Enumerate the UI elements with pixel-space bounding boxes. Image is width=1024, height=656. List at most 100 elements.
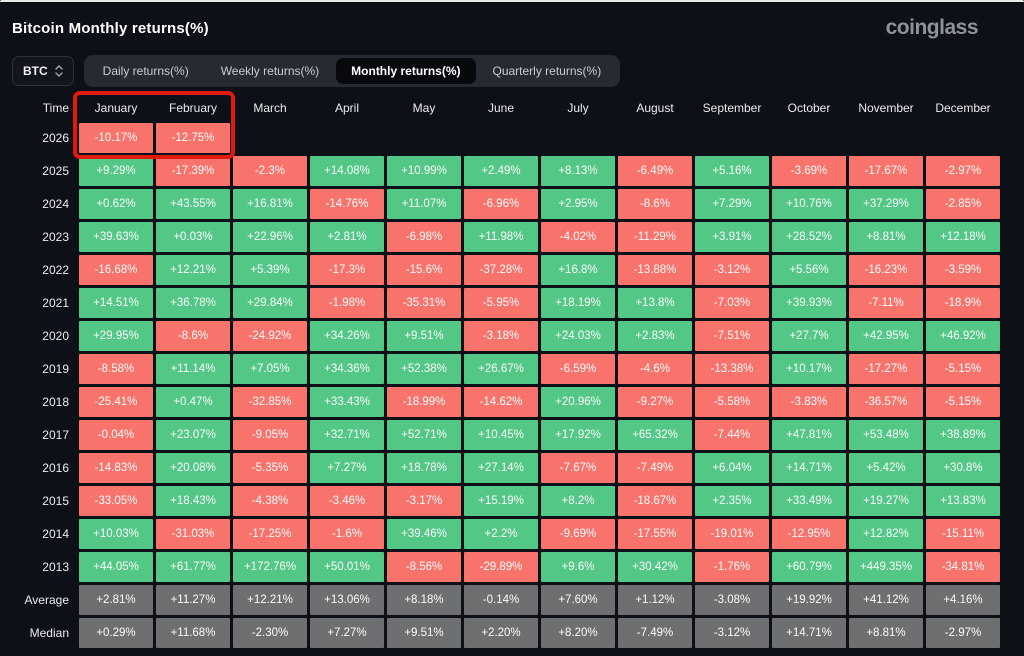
row-label-2023: 2023: [42, 230, 69, 244]
return-cell: -17.55%: [618, 519, 692, 549]
return-cell: +2.81%: [310, 222, 384, 252]
time-column-header: Time: [42, 101, 69, 115]
return-cell: -34.81%: [926, 552, 1000, 582]
return-cell: +11.14%: [156, 354, 230, 384]
return-cell: +39.93%: [772, 288, 846, 318]
return-cell: -33.05%: [79, 486, 153, 516]
return-cell: +18.78%: [387, 453, 461, 483]
return-cell: +17.92%: [541, 420, 615, 450]
return-cell: +36.78%: [156, 288, 230, 318]
return-cell: +37.29%: [849, 189, 923, 219]
return-cell: -6.98%: [387, 222, 461, 252]
row-label-2013: 2013: [42, 560, 69, 574]
return-cell: -17.3%: [310, 255, 384, 285]
return-cell: +16.81%: [233, 189, 307, 219]
return-cell: -8.6%: [618, 189, 692, 219]
controls-bar: BTC Daily returns(%) Weekly returns(%) Mon…: [12, 55, 1024, 87]
return-cell: +7.27%: [310, 618, 384, 648]
return-cell: +39.46%: [387, 519, 461, 549]
return-cell: +29.84%: [233, 288, 307, 318]
empty-cell: [233, 123, 307, 153]
return-cell: +39.63%: [79, 222, 153, 252]
tab-monthly-returns[interactable]: Monthly returns(%): [336, 58, 476, 84]
return-cell: -35.31%: [387, 288, 461, 318]
empty-cell: [926, 123, 1000, 153]
return-cell: -11.29%: [618, 222, 692, 252]
tab-daily-returns[interactable]: Daily returns(%): [88, 58, 204, 84]
return-cell: -3.46%: [310, 486, 384, 516]
return-cell: -24.92%: [233, 321, 307, 351]
return-cell: -6.59%: [541, 354, 615, 384]
return-cell: -17.25%: [233, 519, 307, 549]
return-cell: +0.62%: [79, 189, 153, 219]
return-cell: -8.56%: [387, 552, 461, 582]
return-cell: -4.6%: [618, 354, 692, 384]
return-cell: +26.67%: [464, 354, 538, 384]
window-top-edge: [0, 0, 1024, 2]
row-label-2018: 2018: [42, 395, 69, 409]
return-cell: +18.19%: [541, 288, 615, 318]
row-label-2021: 2021: [42, 296, 69, 310]
empty-cell: [618, 123, 692, 153]
return-cell: +27.7%: [772, 321, 846, 351]
return-cell: +38.89%: [926, 420, 1000, 450]
return-cell: +8.81%: [849, 222, 923, 252]
return-cell: -2.3%: [233, 156, 307, 186]
return-cell: -12.75%: [156, 123, 230, 153]
return-cell: +10.99%: [387, 156, 461, 186]
column-header-august: August: [636, 101, 674, 115]
return-cell: +2.35%: [695, 486, 769, 516]
return-cell: -2.97%: [926, 156, 1000, 186]
coin-selector[interactable]: BTC: [12, 56, 74, 86]
return-cell: +5.56%: [772, 255, 846, 285]
return-cell: -7.51%: [695, 321, 769, 351]
return-cell: +14.51%: [79, 288, 153, 318]
return-cell: -0.04%: [79, 420, 153, 450]
coin-selector-value: BTC: [23, 64, 48, 78]
return-cell: -7.49%: [618, 618, 692, 648]
empty-cell: [464, 123, 538, 153]
return-cell: -17.39%: [156, 156, 230, 186]
return-cell: +13.06%: [310, 585, 384, 615]
return-cell: +19.92%: [772, 585, 846, 615]
return-cell: +22.96%: [233, 222, 307, 252]
return-cell: -5.58%: [695, 387, 769, 417]
coinglass-logo: coinglass: [885, 16, 979, 39]
return-cell: +7.05%: [233, 354, 307, 384]
return-cell: +0.29%: [79, 618, 153, 648]
returns-table: Time January February March April May June July…: [12, 96, 1024, 648]
return-cell: +9.6%: [541, 552, 615, 582]
return-cell: -2.30%: [233, 618, 307, 648]
return-cell: +11.07%: [387, 189, 461, 219]
return-cell: +11.98%: [464, 222, 538, 252]
return-cell: +14.71%: [772, 453, 846, 483]
return-cell: +30.8%: [926, 453, 1000, 483]
empty-cell: [387, 123, 461, 153]
tab-quarterly-returns[interactable]: Quarterly returns(%): [478, 58, 617, 84]
return-cell: +5.39%: [233, 255, 307, 285]
return-cell: -3.17%: [387, 486, 461, 516]
return-cell: -14.76%: [310, 189, 384, 219]
return-cell: -37.28%: [464, 255, 538, 285]
return-cell: +32.71%: [310, 420, 384, 450]
return-cell: -7.11%: [849, 288, 923, 318]
return-cell: +43.55%: [156, 189, 230, 219]
column-header-april: April: [334, 101, 359, 115]
return-cell: +0.03%: [156, 222, 230, 252]
return-cell: -7.49%: [618, 453, 692, 483]
return-cell: +9.29%: [79, 156, 153, 186]
return-cell: +8.81%: [849, 618, 923, 648]
return-cell: -3.69%: [772, 156, 846, 186]
return-cell: +20.96%: [541, 387, 615, 417]
return-cell: +7.29%: [695, 189, 769, 219]
column-header-july: July: [567, 101, 589, 115]
page-header: Bitcoin Monthly returns(%) coinglass: [12, 16, 1024, 40]
return-cell: -8.58%: [79, 354, 153, 384]
return-cell: +11.68%: [156, 618, 230, 648]
return-cell: -5.95%: [464, 288, 538, 318]
return-cell: +24.03%: [541, 321, 615, 351]
return-cell: -5.15%: [926, 354, 1000, 384]
return-cell: +30.42%: [618, 552, 692, 582]
empty-cell: [541, 123, 615, 153]
tab-weekly-returns[interactable]: Weekly returns(%): [206, 58, 334, 84]
